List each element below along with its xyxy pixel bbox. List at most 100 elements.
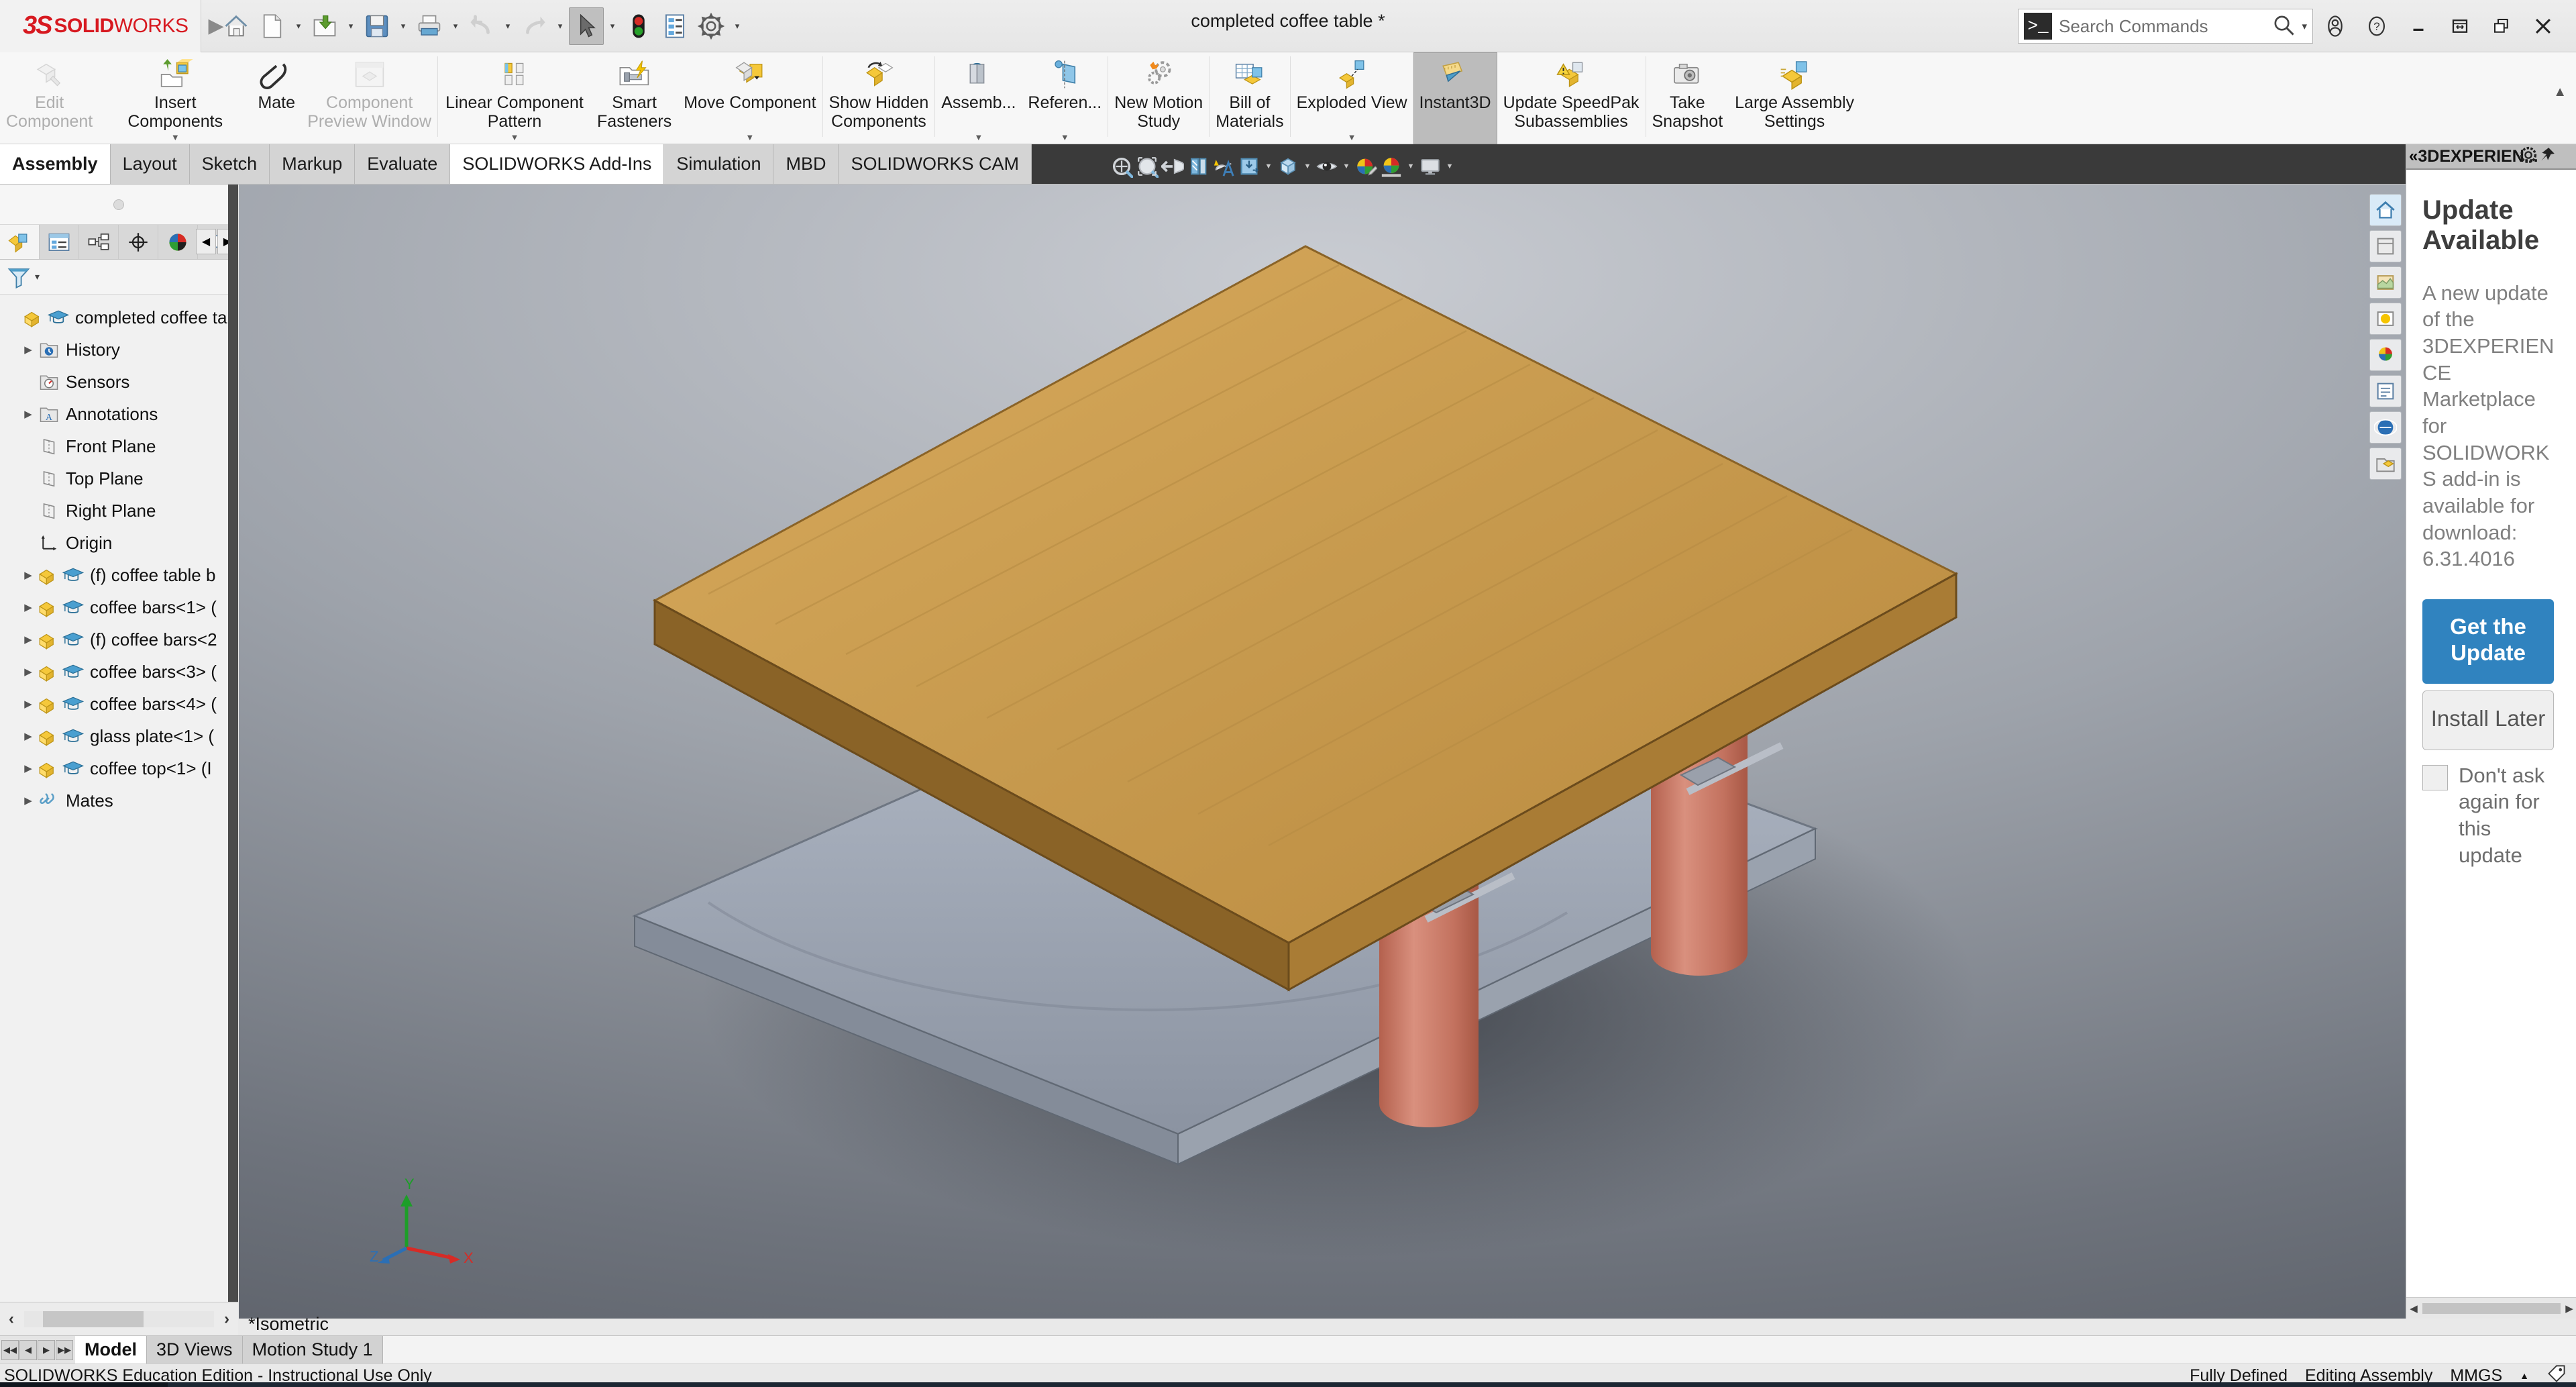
tree-expand-twisty-icon[interactable]: ▶ bbox=[19, 601, 38, 613]
section-view-icon[interactable] bbox=[1187, 155, 1210, 178]
collapse-chevrons-icon[interactable]: « bbox=[2409, 147, 2418, 166]
feature-tree-item[interactable]: ▶Origin bbox=[0, 527, 237, 559]
print-icon[interactable] bbox=[412, 7, 447, 45]
zoom-to-fit-icon[interactable] bbox=[1110, 155, 1133, 178]
options-caret-icon[interactable]: ▾ bbox=[730, 7, 745, 45]
filter-caret-icon[interactable]: ▾ bbox=[35, 271, 40, 282]
feature-tree-item[interactable]: ▶ Mates bbox=[0, 784, 237, 817]
hide-show-items-caret-icon[interactable]: ▼ bbox=[1341, 162, 1352, 170]
help-question-icon[interactable]: ? bbox=[2357, 7, 2396, 46]
options-gear-icon[interactable] bbox=[694, 7, 729, 45]
document-tab-nav-1[interactable]: ◀ bbox=[19, 1339, 37, 1360]
decals-icon[interactable] bbox=[2369, 339, 2402, 371]
task-pane-hscroll-left-icon[interactable]: ◀ bbox=[2406, 1302, 2421, 1315]
view-palette-icon[interactable] bbox=[2369, 230, 2402, 262]
command-tab-markup[interactable]: Markup bbox=[270, 144, 356, 184]
dont-ask-again-row[interactable]: Don't ask again for this update bbox=[2422, 762, 2560, 869]
open-folder-caret-icon[interactable]: ▾ bbox=[343, 7, 358, 45]
command-tab-solidworks-add-ins[interactable]: SOLIDWORKS Add-Ins bbox=[450, 144, 665, 184]
feature-tree-horizontal-scrollbar[interactable]: ‹ › bbox=[0, 1302, 238, 1335]
file-properties-icon[interactable] bbox=[657, 7, 692, 45]
design-library-icon[interactable] bbox=[2369, 448, 2402, 480]
view-home-icon[interactable] bbox=[2369, 194, 2402, 226]
display-manager-tab[interactable] bbox=[158, 225, 198, 259]
gear-icon[interactable] bbox=[2518, 145, 2538, 168]
solidworks-logo[interactable]: 3S SOLID WORKS ▶ bbox=[0, 0, 224, 52]
tree-expand-twisty-icon[interactable]: ▶ bbox=[19, 569, 38, 581]
graphics-area[interactable]: Y X Z bbox=[239, 185, 2406, 1319]
hscroll-right-icon[interactable]: › bbox=[215, 1310, 238, 1329]
search-commands-box[interactable]: >_ Search Commands ▾ bbox=[2018, 9, 2313, 44]
tree-expand-twisty-icon[interactable]: ▶ bbox=[19, 698, 38, 710]
search-caret-icon[interactable]: ▾ bbox=[2302, 20, 2307, 32]
feature-tree-item[interactable]: ▶ A Annotations bbox=[0, 398, 237, 430]
select-arrow-icon[interactable] bbox=[569, 7, 604, 45]
document-tab-3d-views[interactable]: 3D Views bbox=[147, 1336, 243, 1364]
ribbon-button-update-speedpak[interactable]: Update SpeedPak Subassemblies bbox=[1497, 52, 1646, 144]
zoom-to-area-icon[interactable] bbox=[1136, 155, 1159, 178]
task-pane-hscrollbar[interactable]: ◀ ▶ bbox=[2406, 1297, 2576, 1319]
units-caret-icon[interactable]: ▲ bbox=[2520, 1370, 2529, 1381]
new-document-icon[interactable] bbox=[255, 7, 290, 45]
home-icon[interactable] bbox=[219, 7, 254, 45]
command-tab-sketch[interactable]: Sketch bbox=[189, 144, 270, 184]
feature-tree-item[interactable]: ▶Front Plane bbox=[0, 430, 237, 462]
view-annotations-icon[interactable] bbox=[1212, 155, 1235, 178]
save-icon[interactable] bbox=[360, 7, 394, 45]
feature-tree-filter[interactable]: ▾ bbox=[0, 260, 237, 295]
ribbon-button-exploded-view[interactable]: Exploded View ▼ bbox=[1291, 52, 1413, 144]
pin-icon[interactable] bbox=[2538, 146, 2556, 167]
feature-tree-item[interactable]: ▶completed coffee ta bbox=[0, 301, 237, 333]
view-settings-icon[interactable] bbox=[1419, 155, 1442, 178]
feature-tree-item[interactable]: ▶ History bbox=[0, 333, 237, 366]
edit-appearance-icon[interactable] bbox=[1354, 155, 1377, 178]
previous-view-icon[interactable] bbox=[1161, 155, 1184, 178]
scenes-lights-icon[interactable] bbox=[2369, 303, 2402, 335]
command-tab-mbd[interactable]: MBD bbox=[773, 144, 839, 184]
feature-tree-item[interactable]: ▶ coffee bars<1> ( bbox=[0, 591, 237, 623]
ribbon-button-take-snapshot-camera[interactable]: Take Snapshot bbox=[1646, 52, 1729, 144]
view-settings-caret-icon[interactable]: ▼ bbox=[1444, 162, 1455, 170]
tree-expand-twisty-icon[interactable]: ▶ bbox=[19, 408, 38, 420]
ribbon-button-large-assembly-settings[interactable]: Large Assembly Settings bbox=[1729, 52, 1860, 144]
ribbon-button-instant3d[interactable]: Instant3D bbox=[1413, 52, 1497, 144]
command-tab-simulation[interactable]: Simulation bbox=[664, 144, 774, 184]
command-tab-assembly[interactable]: Assembly bbox=[0, 144, 111, 184]
ribbon-button-move-component[interactable]: Move Component ▼ bbox=[678, 52, 822, 144]
ribbon-button-bill-of-materials[interactable]: Bill of Materials bbox=[1210, 52, 1289, 144]
search-input[interactable]: Search Commands bbox=[2059, 16, 2265, 37]
ribbon-button-show-hidden-components[interactable]: Show Hidden Components bbox=[823, 52, 935, 144]
install-later-button[interactable]: Install Later bbox=[2422, 690, 2554, 750]
select-caret-icon[interactable]: ▾ bbox=[605, 7, 620, 45]
ribbon-button-linear-component-pattern[interactable]: Linear Component Pattern ▼ bbox=[438, 52, 591, 144]
close-icon[interactable] bbox=[2524, 7, 2563, 46]
ribbon-button-mate-paperclip[interactable]: Mate bbox=[252, 52, 301, 144]
new-document-caret-icon[interactable]: ▾ bbox=[291, 7, 306, 45]
feature-tree-item[interactable]: ▶ coffee bars<4> ( bbox=[0, 688, 237, 720]
document-tab-nav-0[interactable]: ◀◀ bbox=[1, 1339, 19, 1360]
tree-expand-twisty-icon[interactable]: ▶ bbox=[19, 633, 38, 646]
redo-caret-icon[interactable]: ▾ bbox=[553, 7, 568, 45]
print-caret-icon[interactable]: ▾ bbox=[448, 7, 463, 45]
rebuild-traffic-light-icon[interactable] bbox=[621, 7, 656, 45]
feature-tree-item[interactable]: ▶ coffee top<1> (I bbox=[0, 752, 237, 784]
apply-scene-caret-icon[interactable]: ▼ bbox=[1405, 162, 1416, 170]
feature-tree-item[interactable]: ▶Sensors bbox=[0, 366, 237, 398]
get-the-update-button[interactable]: Get the Update bbox=[2422, 599, 2554, 684]
configuration-manager-tab[interactable] bbox=[79, 225, 119, 259]
tree-expand-twisty-icon[interactable]: ▶ bbox=[19, 762, 38, 774]
view-orientation-caret-icon[interactable]: ▼ bbox=[1263, 162, 1274, 170]
cascade-window-icon[interactable] bbox=[2482, 7, 2521, 46]
feature-tree-item[interactable]: ▶ coffee bars<3> ( bbox=[0, 656, 237, 688]
dimxpert-manager-tab[interactable] bbox=[119, 225, 158, 259]
undo-icon[interactable] bbox=[464, 7, 499, 45]
ribbon-collapse-icon[interactable]: ▲ bbox=[2553, 85, 2567, 100]
hscroll-left-icon[interactable]: ‹ bbox=[0, 1310, 23, 1329]
document-tab-motion-study-1[interactable]: Motion Study 1 bbox=[242, 1336, 383, 1364]
ribbon-dropdown-caret-icon[interactable]: ▼ bbox=[171, 132, 180, 142]
feature-manager-tab[interactable] bbox=[0, 225, 40, 259]
display-style-icon[interactable] bbox=[1277, 155, 1299, 178]
redo-icon[interactable] bbox=[517, 7, 551, 45]
ribbon-dropdown-caret-icon[interactable]: ▼ bbox=[511, 132, 519, 142]
hide-show-items-icon[interactable] bbox=[1316, 155, 1338, 178]
